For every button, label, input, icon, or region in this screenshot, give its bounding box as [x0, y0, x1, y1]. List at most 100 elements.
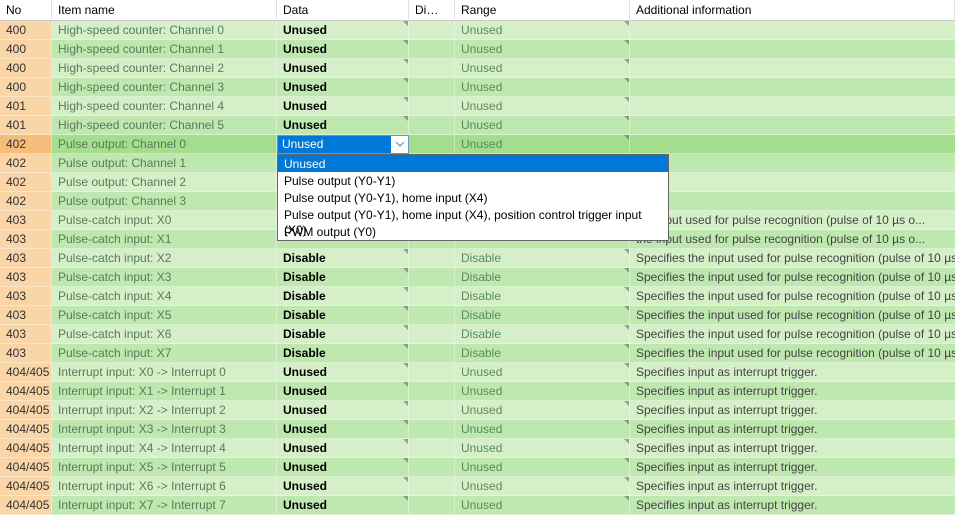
dropdown-list[interactable]: UnusedPulse output (Y0-Y1)Pulse output (… [277, 154, 669, 241]
cell-no: 401 [0, 97, 52, 116]
cell-no: 403 [0, 306, 52, 325]
cell-data[interactable]: Unused [277, 496, 409, 515]
cell-dim [409, 21, 455, 40]
table-row[interactable]: 403Pulse-catch input: X5DisableDisableSp… [0, 306, 955, 325]
table-row[interactable]: 404/405Interrupt input: X4 -> Interrupt … [0, 439, 955, 458]
header-item[interactable]: Item name [52, 0, 277, 20]
table-row[interactable]: 404/405Interrupt input: X2 -> Interrupt … [0, 401, 955, 420]
table-row[interactable]: 403Pulse-catch input: X4DisableDisableSp… [0, 287, 955, 306]
dropdown-option[interactable]: Pulse output (Y0-Y1) [278, 172, 668, 189]
cell-dim [409, 59, 455, 78]
cell-no: 402 [0, 135, 52, 154]
cell-data[interactable]: Disable [277, 249, 409, 268]
cell-data[interactable]: Unused [277, 21, 409, 40]
cell-info [630, 21, 955, 40]
cell-range: Unused [455, 420, 630, 439]
header-range[interactable]: Range [455, 0, 630, 20]
table-row[interactable]: 404/405Interrupt input: X3 -> Interrupt … [0, 420, 955, 439]
cell-no: 404/405 [0, 458, 52, 477]
cell-data[interactable]: Disable [277, 306, 409, 325]
cell-data[interactable]: Unused [277, 458, 409, 477]
cell-item: Pulse-catch input: X0 [52, 211, 277, 230]
cell-data[interactable]: Unused [277, 477, 409, 496]
cell-item: Interrupt input: X2 -> Interrupt 2 [52, 401, 277, 420]
data-combobox[interactable]: Unused [277, 135, 409, 154]
cell-info: the input used for pulse recognition (pu… [630, 211, 955, 230]
chevron-down-icon[interactable] [391, 136, 408, 153]
header-no[interactable]: No [0, 0, 52, 20]
cell-data[interactable]: Disable [277, 325, 409, 344]
cell-item: Interrupt input: X3 -> Interrupt 3 [52, 420, 277, 439]
cell-dim [409, 287, 455, 306]
cell-range: Unused [455, 116, 630, 135]
cell-data[interactable]: Disable [277, 268, 409, 287]
cell-no: 402 [0, 192, 52, 211]
cell-info [630, 78, 955, 97]
cell-dim [409, 325, 455, 344]
cell-dim [409, 496, 455, 515]
table-row[interactable]: 402Pulse output: Channel 0UnusedUnused [0, 135, 955, 154]
cell-info [630, 192, 955, 211]
cell-dim [409, 135, 455, 154]
cell-range: Unused [455, 40, 630, 59]
cell-data[interactable]: Unused [277, 420, 409, 439]
table-row[interactable]: 403Pulse-catch input: X6DisableDisableSp… [0, 325, 955, 344]
table-row[interactable]: 400High-speed counter: Channel 0UnusedUn… [0, 21, 955, 40]
cell-data[interactable]: Unused [277, 439, 409, 458]
header-dim[interactable]: Dime... [409, 0, 455, 20]
table-row[interactable]: 404/405Interrupt input: X5 -> Interrupt … [0, 458, 955, 477]
table-row[interactable]: 404/405Interrupt input: X0 -> Interrupt … [0, 363, 955, 382]
cell-info: Specifies the input used for pulse recog… [630, 306, 955, 325]
table-row[interactable]: 403Pulse-catch input: X3DisableDisableSp… [0, 268, 955, 287]
cell-range: Unused [455, 97, 630, 116]
table-row[interactable]: 403Pulse-catch input: X2DisableDisableSp… [0, 249, 955, 268]
table-row[interactable]: 401High-speed counter: Channel 5UnusedUn… [0, 116, 955, 135]
header-info[interactable]: Additional information [630, 0, 955, 20]
cell-range: Disable [455, 249, 630, 268]
cell-item: Pulse-catch input: X1 [52, 230, 277, 249]
cell-no: 403 [0, 287, 52, 306]
cell-no: 403 [0, 344, 52, 363]
cell-data[interactable]: Unused [277, 40, 409, 59]
cell-no: 404/405 [0, 382, 52, 401]
cell-data[interactable]: Unused [277, 401, 409, 420]
dropdown-option[interactable]: Pulse output (Y0-Y1), home input (X4) [278, 189, 668, 206]
cell-item: Interrupt input: X0 -> Interrupt 0 [52, 363, 277, 382]
cell-dim [409, 458, 455, 477]
dropdown-option[interactable]: PWM output (Y0) [278, 223, 668, 240]
header-data[interactable]: Data [277, 0, 409, 20]
cell-no: 403 [0, 230, 52, 249]
cell-dim [409, 306, 455, 325]
cell-data[interactable]: Unused [277, 363, 409, 382]
cell-item: High-speed counter: Channel 3 [52, 78, 277, 97]
cell-info: Specifies input as interrupt trigger. [630, 477, 955, 496]
cell-no: 400 [0, 78, 52, 97]
cell-data[interactable]: Unused [277, 116, 409, 135]
cell-info: Specifies the input used for pulse recog… [630, 268, 955, 287]
cell-dim [409, 78, 455, 97]
cell-range: Unused [455, 401, 630, 420]
cell-data[interactable]: Disable [277, 344, 409, 363]
cell-dim [409, 401, 455, 420]
table-row[interactable]: 400High-speed counter: Channel 1UnusedUn… [0, 40, 955, 59]
cell-data[interactable]: Unused [277, 78, 409, 97]
cell-no: 404/405 [0, 496, 52, 515]
table-row[interactable]: 404/405Interrupt input: X7 -> Interrupt … [0, 496, 955, 515]
cell-data[interactable]: Unused [277, 59, 409, 78]
cell-data[interactable]: Disable [277, 287, 409, 306]
cell-data[interactable]: Unused [277, 382, 409, 401]
table-row[interactable]: 401High-speed counter: Channel 4UnusedUn… [0, 97, 955, 116]
dropdown-option[interactable]: Pulse output (Y0-Y1), home input (X4), p… [278, 206, 668, 223]
cell-data[interactable]: Unused [277, 97, 409, 116]
table-row[interactable]: 400High-speed counter: Channel 3UnusedUn… [0, 78, 955, 97]
table-row[interactable]: 404/405Interrupt input: X6 -> Interrupt … [0, 477, 955, 496]
cell-item: Interrupt input: X4 -> Interrupt 4 [52, 439, 277, 458]
dropdown-option[interactable]: Unused [278, 155, 668, 172]
cell-info [630, 59, 955, 78]
cell-item: Pulse-catch input: X4 [52, 287, 277, 306]
table-row[interactable]: 404/405Interrupt input: X1 -> Interrupt … [0, 382, 955, 401]
cell-no: 402 [0, 154, 52, 173]
cell-range: Unused [455, 59, 630, 78]
table-row[interactable]: 400High-speed counter: Channel 2UnusedUn… [0, 59, 955, 78]
table-row[interactable]: 403Pulse-catch input: X7DisableDisableSp… [0, 344, 955, 363]
